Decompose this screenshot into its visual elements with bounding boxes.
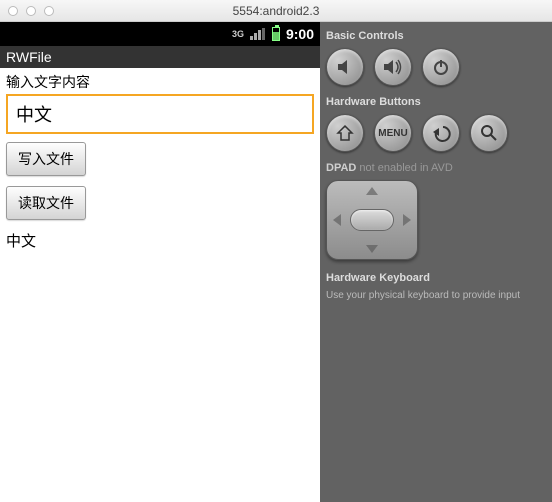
dpad-center (350, 209, 394, 231)
volume-up-button[interactable] (374, 48, 412, 86)
clock: 9:00 (286, 26, 314, 42)
search-button[interactable] (470, 114, 508, 152)
app-title-bar: RWFile (0, 46, 320, 68)
home-icon (336, 124, 354, 142)
dpad-up (366, 187, 378, 195)
menu-label: MENU (378, 128, 407, 139)
power-icon (432, 58, 450, 76)
text-input[interactable] (6, 94, 314, 134)
dpad-right (403, 214, 411, 226)
volume-up-icon (382, 57, 404, 77)
window-title: 5554:android2.3 (0, 4, 552, 18)
home-button[interactable] (326, 114, 364, 152)
device-screen: 3G 9:00 RWFile 输入文字内容 写入文件 读取文件 中文 (0, 22, 320, 502)
input-label: 输入文字内容 (6, 72, 314, 92)
dpad-heading-row: DPAD not enabled in AVD (326, 162, 546, 174)
dpad-down (366, 245, 378, 253)
search-icon (480, 124, 498, 142)
dpad-disabled-note: not enabled in AVD (359, 162, 452, 174)
app-body: 输入文字内容 写入文件 读取文件 中文 (0, 68, 320, 502)
network-type-icon: 3G (232, 29, 244, 39)
back-icon (431, 123, 451, 143)
dpad-heading: DPAD (326, 162, 356, 174)
volume-down-button[interactable] (326, 48, 364, 86)
volume-down-icon (335, 57, 355, 77)
hardware-keyboard-heading: Hardware Keyboard (326, 272, 546, 284)
controls-panel: Basic Controls Hardware Buttons MENU (320, 22, 552, 502)
back-button[interactable] (422, 114, 460, 152)
status-bar: 3G 9:00 (0, 22, 320, 46)
mac-titlebar: 5554:android2.3 (0, 0, 552, 22)
hardware-buttons-heading: Hardware Buttons (326, 96, 546, 108)
write-file-button[interactable]: 写入文件 (6, 142, 86, 176)
basic-controls-heading: Basic Controls (326, 30, 546, 42)
dpad (326, 180, 418, 260)
power-button[interactable] (422, 48, 460, 86)
emulator-window: 5554:android2.3 3G 9:00 RWFile 输入文字内容 写入… (0, 0, 552, 502)
menu-button[interactable]: MENU (374, 114, 412, 152)
signal-icon (250, 28, 266, 40)
read-file-button[interactable]: 读取文件 (6, 186, 86, 220)
hardware-keyboard-note: Use your physical keyboard to provide in… (326, 290, 546, 301)
output-text: 中文 (6, 230, 314, 251)
dpad-left (333, 214, 341, 226)
battery-icon (272, 27, 280, 41)
